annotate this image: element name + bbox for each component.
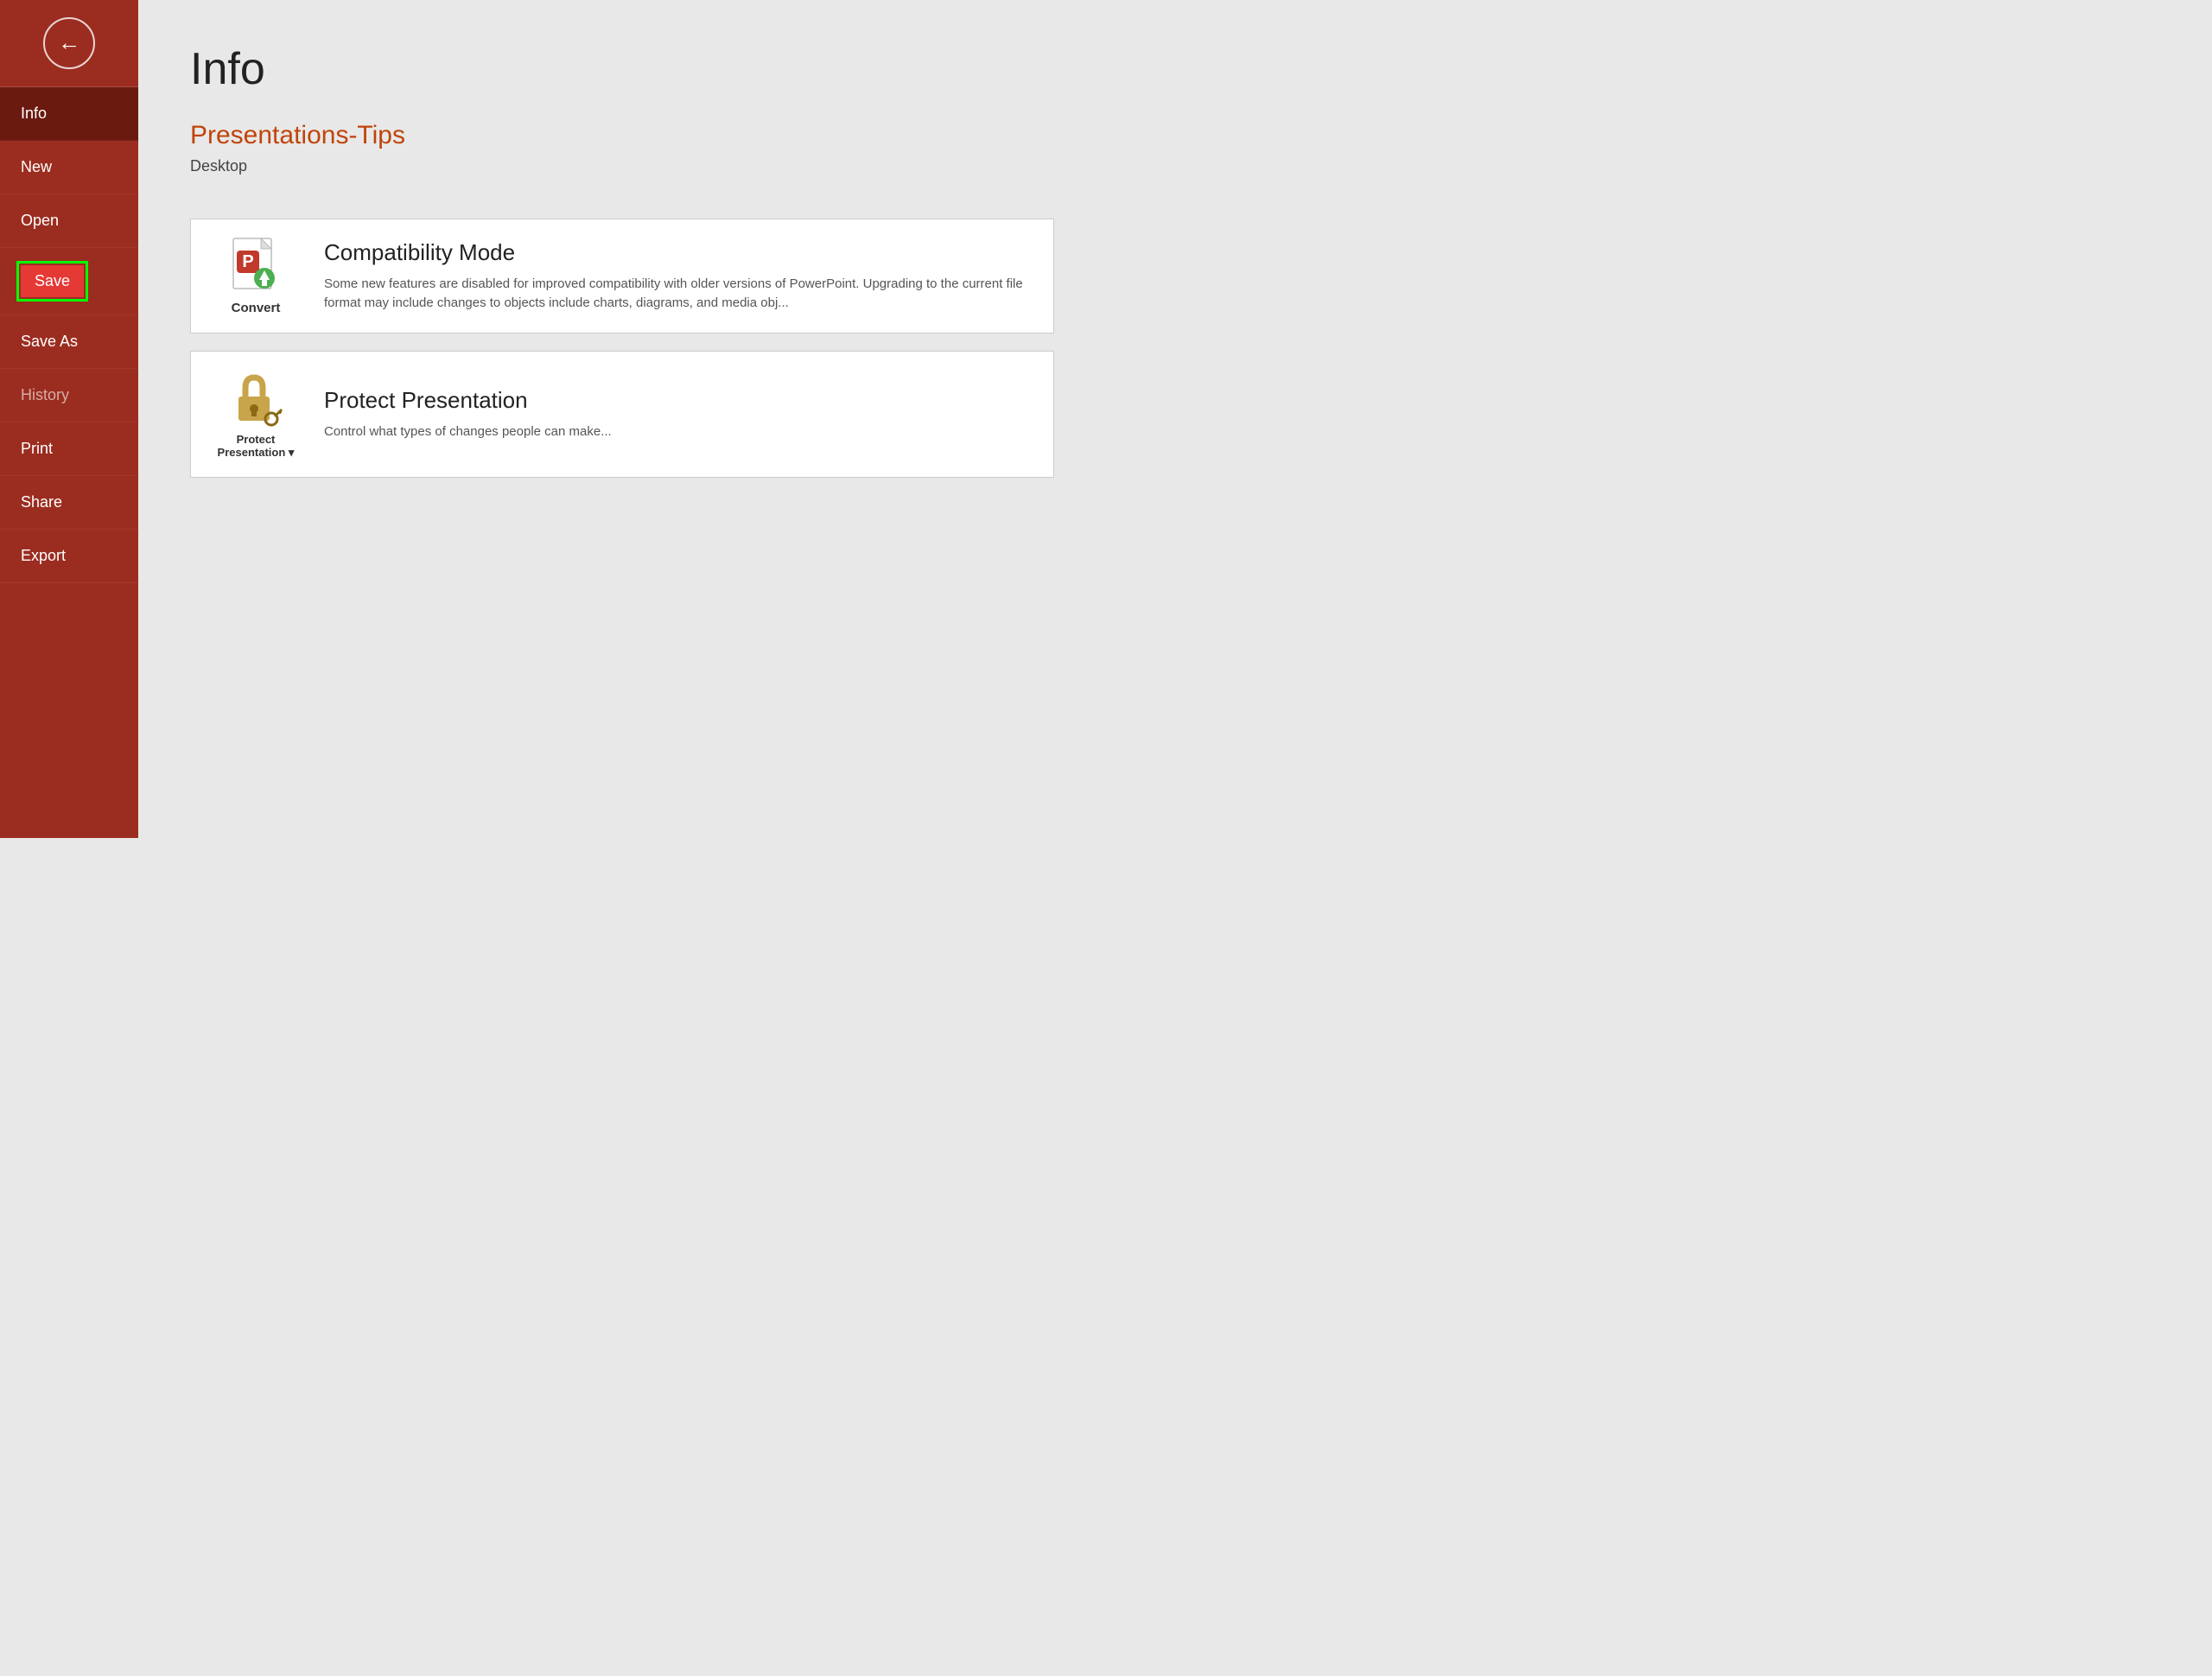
protect-label[interactable]: ProtectPresentation ▾	[218, 433, 295, 460]
file-title: Presentations-Tips	[190, 121, 1054, 150]
back-arrow-icon: ←	[58, 31, 80, 54]
convert-content: Compatibility Mode Some new features are…	[324, 239, 1036, 314]
sidebar: ← Info New Open Save Save As History Pri…	[0, 0, 138, 838]
protect-content: Protect Presentation Control what types …	[324, 387, 1036, 442]
sidebar-item-share[interactable]: Share	[0, 476, 138, 530]
protect-title: Protect Presentation	[324, 387, 1036, 414]
convert-title: Compatibility Mode	[324, 239, 1036, 266]
sidebar-item-new[interactable]: New	[0, 141, 138, 194]
back-button[interactable]: ←	[43, 17, 95, 69]
page-title: Info	[190, 43, 1054, 95]
back-button-area[interactable]: ←	[0, 0, 138, 87]
save-button[interactable]: Save	[21, 265, 84, 297]
sidebar-item-info[interactable]: Info	[0, 87, 138, 141]
sidebar-item-export[interactable]: Export	[0, 530, 138, 583]
protect-icon	[228, 369, 283, 433]
protect-icon-area: ProtectPresentation ▾	[208, 369, 303, 460]
svg-text:P: P	[242, 252, 253, 271]
sidebar-item-save[interactable]: Save	[0, 248, 138, 315]
convert-label[interactable]: Convert	[232, 301, 281, 315]
convert-icon-area: P Convert	[208, 237, 303, 315]
sidebar-item-save-as[interactable]: Save As	[0, 315, 138, 369]
protect-card: ProtectPresentation ▾ Protect Presentati…	[190, 351, 1054, 478]
sidebar-item-open[interactable]: Open	[0, 194, 138, 248]
main-content: Info Presentations-Tips Desktop P Conver…	[138, 0, 1106, 838]
convert-card: P Convert Compatibility Mode Some new fe…	[190, 219, 1054, 333]
protect-description: Control what types of changes people can…	[324, 422, 1036, 442]
convert-description: Some new features are disabled for impro…	[324, 275, 1036, 314]
sidebar-item-print[interactable]: Print	[0, 422, 138, 476]
convert-icon: P	[228, 237, 283, 301]
nav-items: Info New Open Save Save As History Print…	[0, 87, 138, 838]
file-location: Desktop	[190, 157, 1054, 175]
sidebar-item-history[interactable]: History	[0, 369, 138, 422]
